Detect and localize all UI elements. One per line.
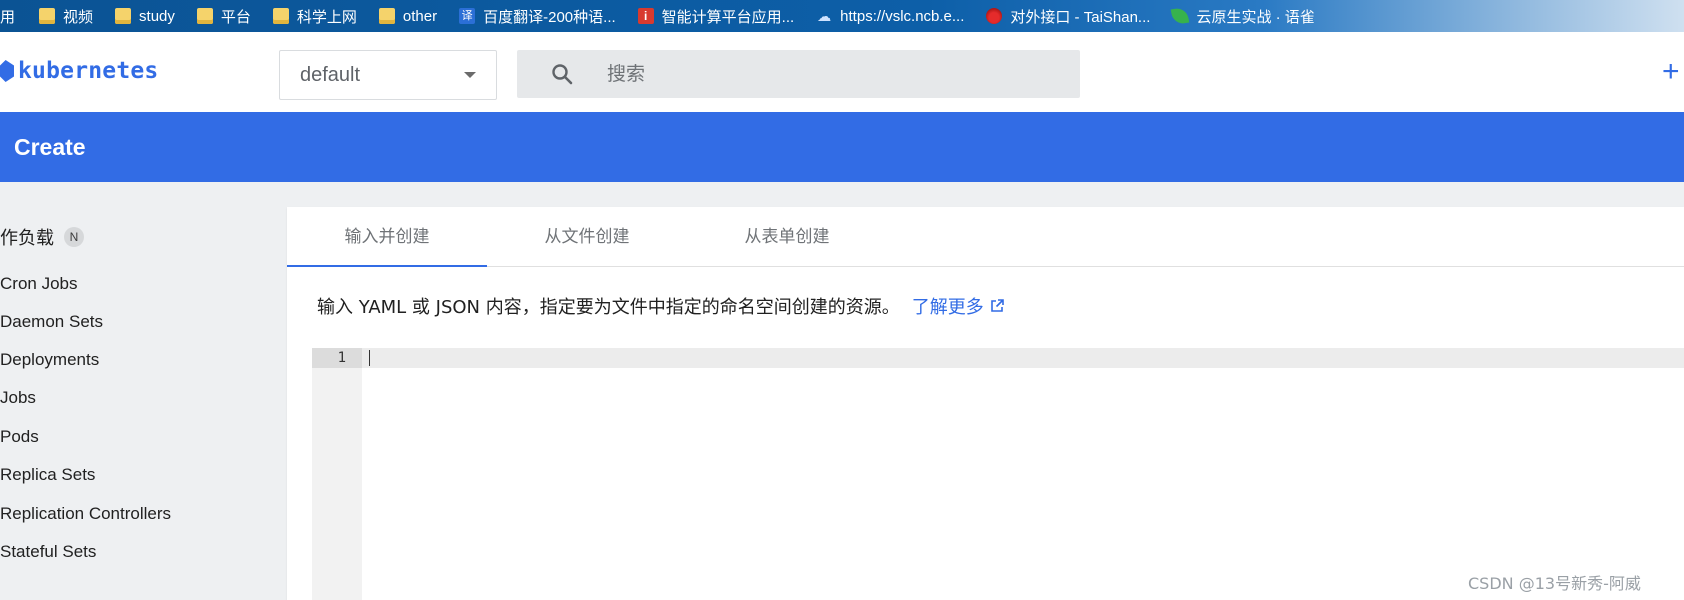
sidebar-item-deployments[interactable]: Deployments <box>0 350 99 370</box>
search-input[interactable] <box>607 50 1067 98</box>
create-tabs: 输入并创建 从文件创建 从表单创建 <box>287 207 1684 267</box>
create-description: 输入 YAML 或 JSON 内容，指定要为文件中指定的命名空间创建的资源。 了… <box>317 293 1004 319</box>
bookmark-baidu-translate[interactable]: 译 百度翻译-200种语... <box>459 6 616 27</box>
sidebar-item-cron-jobs[interactable]: Cron Jobs <box>0 274 77 294</box>
top-header: kubernetes default + <box>0 32 1684 112</box>
bookmark-study[interactable]: study <box>115 8 175 25</box>
tab-create-from-input[interactable]: 输入并创建 <box>287 207 487 267</box>
search-bar <box>517 50 1080 98</box>
create-card: 输入并创建 从文件创建 从表单创建 输入 YAML 或 JSON 内容，指定要为… <box>287 207 1684 600</box>
sidebar-item-pods[interactable]: Pods <box>0 427 39 447</box>
external-link-icon[interactable] <box>990 299 1004 313</box>
folder-icon <box>196 8 213 24</box>
bookmark-apps[interactable]: 用 <box>0 6 15 27</box>
bookmark-other[interactable]: other <box>378 8 437 25</box>
bookmarks-bar: 用 视频 study 平台 科学上网 other 译 百度翻译-200种语...… <box>0 0 1684 32</box>
watermark: CSDN @13号新秀-阿威 <box>1468 574 1641 593</box>
tab-create-from-form[interactable]: 从表单创建 <box>687 207 887 267</box>
bookmark-yuque[interactable]: 云原生实战 · 语雀 <box>1171 6 1315 27</box>
bookmark-videos[interactable]: 视频 <box>39 6 93 27</box>
folder-icon <box>115 8 132 24</box>
bookmark-vslc[interactable]: ☁ https://vslc.ncb.e... <box>816 8 964 25</box>
huawei-icon <box>986 8 1003 24</box>
sidebar-item-stateful-sets[interactable]: Stateful Sets <box>0 542 96 562</box>
namespace-value: default <box>300 63 361 86</box>
namespace-badge: N <box>64 227 84 247</box>
create-plus-button[interactable]: + <box>1662 50 1680 94</box>
sidebar-section-workloads[interactable]: 作负载 N <box>0 224 84 250</box>
sidebar-item-replication-controllers[interactable]: Replication Controllers <box>0 504 171 524</box>
kubernetes-logo[interactable]: kubernetes <box>0 58 158 84</box>
cloud-icon: ☁ <box>817 8 832 24</box>
translate-icon: 译 <box>459 8 476 24</box>
search-icon[interactable] <box>550 62 574 86</box>
sidebar: 作负载 N Cron Jobs Daemon Sets Deployments … <box>0 182 286 600</box>
tab-create-from-file[interactable]: 从文件创建 <box>487 207 687 267</box>
sidebar-item-daemon-sets[interactable]: Daemon Sets <box>0 312 103 332</box>
folder-icon <box>378 8 395 24</box>
sidebar-heading-label: 作负载 <box>0 228 54 249</box>
sidebar-item-jobs[interactable]: Jobs <box>0 388 36 408</box>
description-text: 输入 YAML 或 JSON 内容，指定要为文件中指定的命名空间创建的资源。 <box>317 297 900 318</box>
caret-down-icon <box>464 72 476 78</box>
namespace-select[interactable]: default <box>279 50 497 100</box>
logo-text: kubernetes <box>18 58 159 84</box>
bookmark-science[interactable]: 科学上网 <box>272 6 357 27</box>
sidebar-item-replica-sets[interactable]: Replica Sets <box>0 465 95 485</box>
learn-more-link[interactable]: 了解更多 <box>912 293 984 319</box>
line-number: 1 <box>312 348 362 368</box>
bookmark-computing-platform[interactable]: i 智能计算平台应用... <box>637 6 794 27</box>
info-icon: i <box>637 8 654 24</box>
folder-icon <box>39 8 56 24</box>
editor-gutter <box>312 348 362 600</box>
editor-active-line[interactable] <box>362 348 1684 368</box>
bookmark-platform[interactable]: 平台 <box>196 6 251 27</box>
yaml-editor[interactable]: 1 <box>312 348 1684 600</box>
page-toolbar: Create <box>0 112 1684 182</box>
leaf-icon <box>1171 6 1190 26</box>
text-cursor <box>369 350 370 366</box>
bookmark-taishan[interactable]: 对外接口 - TaiShan... <box>986 6 1150 27</box>
folder-icon <box>272 8 289 24</box>
page-title: Create <box>14 133 86 160</box>
kubernetes-helm-icon <box>0 60 14 82</box>
